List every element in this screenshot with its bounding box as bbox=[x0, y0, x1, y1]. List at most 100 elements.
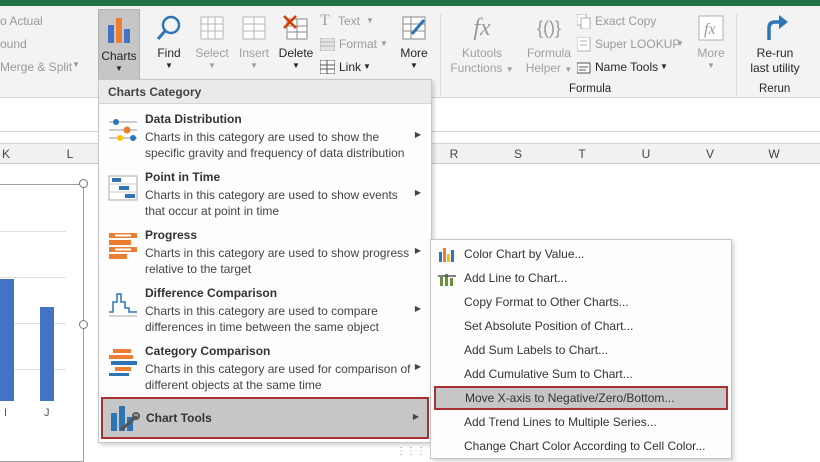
menu-item-data-distribution[interactable]: Data Distribution Charts in this categor… bbox=[99, 108, 431, 166]
ribbon-item-merge-split[interactable]: Merge & Split bbox=[0, 60, 72, 74]
name-tools-icon bbox=[577, 62, 591, 74]
column-header-w[interactable]: W bbox=[742, 147, 806, 161]
select-button-label: Select bbox=[195, 46, 229, 60]
more-caret-icon: ▼ bbox=[410, 61, 418, 70]
ribbon-item-actual[interactable]: o Actual bbox=[0, 14, 43, 28]
submenu-item-label: Set Absolute Position of Chart... bbox=[464, 319, 634, 333]
column-header-t[interactable]: T bbox=[550, 147, 614, 161]
charts-button[interactable]: Charts ▼ bbox=[98, 9, 140, 81]
difference-comparison-desc: Charts in this category are used to comp… bbox=[145, 304, 379, 334]
category-comparison-icon bbox=[109, 349, 137, 376]
submenu-item-change-chart-color[interactable]: Change Chart Color According to Cell Col… bbox=[431, 434, 731, 458]
lookup-icon bbox=[577, 37, 591, 52]
column-header-s[interactable]: S bbox=[486, 147, 550, 161]
delete-caret-icon: ▼ bbox=[292, 61, 300, 70]
formula-more-label: More bbox=[697, 46, 725, 60]
submenu-arrow-icon: ▶ bbox=[414, 246, 421, 255]
submenu-item-move-x-axis[interactable]: Move X-axis to Negative/Zero/Bottom... bbox=[434, 386, 728, 410]
delete-button[interactable]: Delete ▼ bbox=[276, 14, 316, 71]
submenu-item-add-line-to-chart[interactable]: Add Line to Chart... bbox=[431, 266, 731, 290]
chart-bar[interactable] bbox=[0, 279, 14, 401]
column-header-l[interactable]: L bbox=[38, 147, 102, 161]
link-caret-icon: ▼ bbox=[363, 62, 371, 71]
menu-item-point-in-time[interactable]: Point in Time Charts in this category ar… bbox=[99, 166, 431, 224]
name-tools-label: Name Tools bbox=[595, 60, 659, 74]
more-button-label: More bbox=[400, 46, 428, 60]
svg-text:fx: fx bbox=[704, 21, 716, 38]
text-caret-icon: ▼ bbox=[366, 16, 374, 25]
formula-helper-label-2: Helper bbox=[525, 61, 562, 75]
progress-icon bbox=[109, 233, 137, 259]
category-comparison-desc: Charts in this category are used for com… bbox=[145, 362, 411, 392]
submenu-arrow-icon: ▶ bbox=[414, 362, 421, 371]
insert-button[interactable]: Insert ▼ bbox=[234, 14, 274, 71]
find-button[interactable]: Find ▼ bbox=[150, 14, 188, 71]
formula-helper-button[interactable]: {()} Formula Helper ▼ bbox=[522, 14, 576, 77]
kutools-functions-button[interactable]: fx Kutools Functions ▼ bbox=[450, 14, 514, 77]
point-in-time-desc: Charts in this category are used to show… bbox=[145, 188, 398, 218]
chart-tools-icon bbox=[111, 406, 140, 432]
more-button[interactable]: More ▼ bbox=[394, 14, 434, 71]
ribbon-separator bbox=[736, 14, 737, 96]
chart-bar[interactable] bbox=[40, 307, 54, 401]
find-button-label: Find bbox=[157, 46, 181, 60]
chart-tools-label: Chart Tools bbox=[146, 411, 212, 425]
data-distribution-title: Data Distribution bbox=[145, 112, 242, 126]
ribbon-item-round[interactable]: ound bbox=[0, 37, 27, 51]
submenu-item-add-trend-lines[interactable]: Add Trend Lines to Multiple Series... bbox=[431, 410, 731, 434]
submenu-item-label: Add Line to Chart... bbox=[464, 271, 568, 285]
submenu-item-label: Change Chart Color According to Cell Col… bbox=[464, 439, 706, 453]
chart-object[interactable]: I J bbox=[0, 184, 84, 462]
chart-gridline bbox=[0, 277, 66, 278]
charts-category-header: Charts Category bbox=[99, 80, 431, 104]
formula-helper-caret-icon: ▼ bbox=[564, 65, 573, 74]
text-t-icon: T bbox=[320, 12, 330, 29]
group-label-rerun: Rerun bbox=[759, 83, 791, 95]
chart-resize-handle[interactable] bbox=[79, 179, 88, 188]
menu-item-chart-tools[interactable]: Chart Tools ▶ bbox=[101, 397, 429, 439]
exact-copy-label: Exact Copy bbox=[595, 14, 657, 28]
add-line-chart-icon bbox=[438, 274, 456, 286]
formula-more-caret-icon: ▼ bbox=[707, 61, 715, 70]
ribbon-separator bbox=[440, 14, 441, 96]
submenu-arrow-icon: ▶ bbox=[414, 304, 421, 313]
submenu-item-color-chart-by-value[interactable]: Color Chart by Value... bbox=[431, 242, 731, 266]
column-header-v[interactable]: V bbox=[678, 147, 742, 161]
menu-item-difference-comparison[interactable]: Difference Comparison Charts in this cat… bbox=[99, 282, 431, 340]
column-header-k[interactable]: K bbox=[0, 147, 38, 161]
category-comparison-title: Category Comparison bbox=[145, 344, 271, 358]
submenu-item-add-sum-labels[interactable]: Add Sum Labels to Chart... bbox=[431, 338, 731, 362]
column-header-u[interactable]: U bbox=[614, 147, 678, 161]
submenu-item-label: Copy Format to Other Charts... bbox=[464, 295, 629, 309]
format-icon bbox=[320, 38, 335, 51]
copy-icon bbox=[577, 14, 591, 29]
fx-box-icon: fx bbox=[698, 15, 724, 41]
difference-comparison-title: Difference Comparison bbox=[145, 286, 278, 300]
formula-braces-icon: {()} bbox=[536, 18, 561, 38]
kutools-functions-label-1: Kutools bbox=[461, 46, 503, 60]
rerun-button[interactable]: Re-run last utility bbox=[744, 14, 806, 76]
name-tools-caret-icon: ▼ bbox=[660, 62, 668, 71]
text-button-label: Text bbox=[338, 14, 361, 28]
merge-split-caret-icon[interactable]: ▼ bbox=[72, 60, 80, 69]
formula-more-button[interactable]: fx More ▼ bbox=[692, 14, 730, 71]
menu-item-category-comparison[interactable]: Category Comparison Charts in this categ… bbox=[99, 340, 431, 398]
submenu-item-set-absolute-position[interactable]: Set Absolute Position of Chart... bbox=[431, 314, 731, 338]
menu-item-progress[interactable]: Progress Charts in this category are use… bbox=[99, 224, 431, 282]
rerun-arrow-icon bbox=[767, 15, 788, 40]
formula-helper-label-1: Formula bbox=[526, 46, 571, 60]
progress-desc: Charts in this category are used to show… bbox=[145, 246, 410, 276]
submenu-item-add-cumulative-sum[interactable]: Add Cumulative Sum to Chart... bbox=[431, 362, 731, 386]
select-button[interactable]: Select ▼ bbox=[192, 14, 232, 71]
submenu-item-copy-format[interactable]: Copy Format to Other Charts... bbox=[431, 290, 731, 314]
bar-chart-icon bbox=[108, 18, 130, 43]
kutools-functions-caret-icon: ▼ bbox=[505, 65, 514, 74]
chart-resize-handle[interactable] bbox=[79, 320, 88, 329]
chart-axis-label: J bbox=[44, 407, 50, 419]
rerun-label-2: last utility bbox=[750, 61, 800, 75]
more-grid-icon bbox=[402, 16, 426, 40]
super-lookup-caret-icon: ▼ bbox=[676, 39, 684, 48]
delete-button-label: Delete bbox=[278, 46, 314, 60]
link-button-label: Link bbox=[339, 60, 362, 74]
charts-caret-icon: ▼ bbox=[115, 64, 123, 73]
